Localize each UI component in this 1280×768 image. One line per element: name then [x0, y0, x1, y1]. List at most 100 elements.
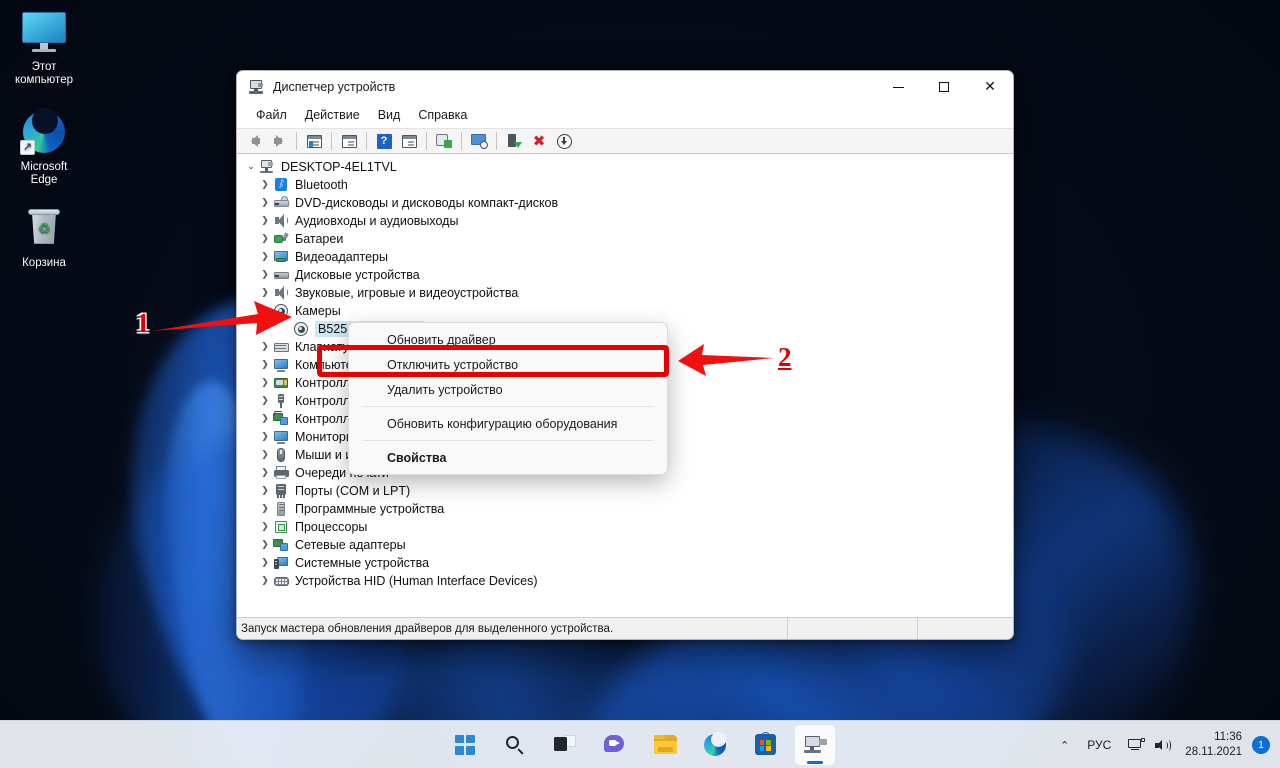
update-driver-button[interactable] [432, 130, 456, 152]
tree-row-display-adapters[interactable]: ❯ Видеоадаптеры [237, 248, 1013, 266]
tray-quick-settings[interactable] [1119, 737, 1181, 753]
menu-item-file[interactable]: Файл [247, 105, 296, 125]
system-tray[interactable]: ⌃ РУС 11:36 28.11.2021 1 [1050, 721, 1280, 768]
tree-row-ports[interactable]: ❯ Порты (COM и LPT) [237, 482, 1013, 500]
toolbar-separator [296, 132, 297, 150]
context-menu-item-update-driver[interactable]: Обновить драйвер [349, 327, 667, 352]
system-device-icon [273, 555, 289, 571]
chevron-right-icon[interactable]: ❯ [257, 504, 273, 514]
forward-icon [273, 135, 283, 147]
back-button[interactable] [242, 130, 266, 152]
menu-item-view[interactable]: Вид [369, 105, 410, 125]
chevron-right-icon[interactable]: ❯ [257, 360, 273, 370]
tree-row-disk-drives[interactable]: ❯ Дисковые устройства [237, 266, 1013, 284]
chevron-right-icon[interactable]: ❯ [257, 180, 273, 190]
notification-badge[interactable]: 1 [1252, 736, 1270, 754]
chevron-right-icon[interactable]: ❯ [257, 576, 273, 586]
language-indicator[interactable]: РУС [1079, 738, 1119, 752]
context-menu-item-uninstall-device[interactable]: Удалить устройство [349, 377, 667, 402]
desktop[interactable]: Этот компьютер ↗ Microsoft Edge ♻ Корзин… [0, 0, 1280, 768]
update-driver-icon [436, 134, 452, 148]
show-hidden-devices-button[interactable] [302, 130, 326, 152]
audio-icon [273, 213, 289, 229]
context-menu-item-disable-device[interactable]: Отключить устройство [349, 352, 667, 377]
file-explorer-button[interactable] [645, 725, 685, 765]
desktop-icon-this-pc[interactable]: Этот компьютер [0, 8, 88, 87]
chevron-right-icon[interactable]: ❯ [257, 216, 273, 226]
properties-icon [341, 134, 357, 148]
chevron-down-icon[interactable]: ⌄ [243, 162, 259, 172]
clock[interactable]: 11:36 28.11.2021 [1181, 730, 1250, 760]
chevron-right-icon[interactable]: ❯ [257, 234, 273, 244]
ide-controller-icon [273, 375, 289, 391]
chevron-right-icon[interactable]: ❯ [257, 252, 273, 262]
tree-row-dvd[interactable]: ❯ DVD-дисководы и дисководы компакт-диск… [237, 194, 1013, 212]
taskbar-apps[interactable] [445, 724, 835, 765]
close-icon: ✕ [984, 79, 996, 95]
tree-row-network-adapters[interactable]: ❯ Сетевые адаптеры [237, 536, 1013, 554]
tree-row-bluetooth[interactable]: ❯ ᛒ Bluetooth [237, 176, 1013, 194]
chevron-right-icon[interactable]: ❯ [257, 468, 273, 478]
taskbar[interactable]: ⌃ РУС 11:36 28.11.2021 1 [0, 720, 1280, 768]
chevron-right-icon[interactable]: ❯ [257, 198, 273, 208]
window-title: Диспетчер устройств [273, 80, 396, 94]
network-icon [1128, 737, 1146, 753]
forward-button[interactable] [267, 130, 291, 152]
menu-bar[interactable]: Файл Действие Вид Справка [237, 103, 1013, 128]
tree-row-root[interactable]: ⌄ DESKTOP-4EL1TVL [237, 158, 1013, 176]
chevron-right-icon[interactable]: ❯ [257, 378, 273, 388]
context-menu-item-scan-hardware[interactable]: Обновить конфигурацию оборудования [349, 411, 667, 436]
enable-device-button[interactable] [502, 130, 526, 152]
start-button[interactable] [445, 725, 485, 765]
desktop-icon-recycle-bin[interactable]: ♻ Корзина [0, 204, 88, 270]
tree-row-sound-devices[interactable]: ❯ Звуковые, игровые и видеоустройства [237, 284, 1013, 302]
properties-button[interactable] [337, 130, 361, 152]
search-button[interactable] [495, 725, 535, 765]
window-titlebar[interactable]: Диспетчер устройств ✕ [237, 71, 1013, 103]
chevron-right-icon[interactable]: ❯ [257, 342, 273, 352]
edge-button[interactable] [695, 725, 735, 765]
maximize-button[interactable] [921, 71, 967, 103]
chevron-right-icon[interactable]: ❯ [257, 486, 273, 496]
install-legacy-hardware-button[interactable] [552, 130, 576, 152]
tree-row-audio-io[interactable]: ❯ Аудиовходы и аудиовыходы [237, 212, 1013, 230]
maximize-icon [939, 82, 949, 92]
task-view-button[interactable] [545, 725, 585, 765]
chevron-right-icon[interactable]: ❯ [257, 540, 273, 550]
minimize-button[interactable] [875, 71, 921, 103]
tree-row-system-devices[interactable]: ❯ Системные устройства [237, 554, 1013, 572]
chat-button[interactable] [595, 725, 635, 765]
context-menu[interactable]: Обновить драйвер Отключить устройство Уд… [348, 322, 668, 475]
store-button[interactable] [745, 725, 785, 765]
chevron-right-icon[interactable]: ❯ [257, 432, 273, 442]
uninstall-device-button[interactable]: ✖ [527, 130, 551, 152]
annotation-number-1: 1 [136, 308, 150, 338]
close-button[interactable]: ✕ [967, 71, 1013, 103]
chevron-right-icon[interactable]: ❯ [257, 522, 273, 532]
window-controls[interactable]: ✕ [875, 71, 1013, 103]
chevron-right-icon[interactable]: ❯ [257, 558, 273, 568]
device-manager-taskbar-button[interactable] [795, 724, 835, 765]
help-button[interactable]: ? [372, 130, 396, 152]
tray-expand-button[interactable]: ⌃ [1050, 739, 1079, 752]
desktop-icon-microsoft-edge[interactable]: ↗ Microsoft Edge [0, 108, 88, 187]
chevron-right-icon[interactable]: ❯ [257, 396, 273, 406]
chevron-right-icon[interactable]: ❯ [257, 450, 273, 460]
console-button[interactable] [397, 130, 421, 152]
context-menu-item-properties[interactable]: Свойства [349, 445, 667, 470]
chevron-right-icon[interactable]: ❯ [257, 414, 273, 424]
tree-row-hid-devices[interactable]: ❯ Устройства HID (Human Interface Device… [237, 572, 1013, 590]
scan-hardware-changes-button[interactable] [467, 130, 491, 152]
tree-row-cameras[interactable]: ⌄ Камеры [237, 302, 1013, 320]
task-view-icon [554, 734, 576, 755]
toolbar[interactable]: ? ✖ [237, 128, 1013, 154]
tree-row-batteries[interactable]: ❯ Батареи [237, 230, 1013, 248]
tree-row-software-devices[interactable]: ❯ Программные устройства [237, 500, 1013, 518]
menu-item-help[interactable]: Справка [409, 105, 476, 125]
back-icon [250, 135, 260, 147]
menu-item-action[interactable]: Действие [296, 105, 369, 125]
tree-row-processors[interactable]: ❯ Процессоры [237, 518, 1013, 536]
chevron-right-icon[interactable]: ❯ [257, 270, 273, 280]
annotation-arrow-1 [152, 301, 292, 335]
processor-icon [273, 519, 289, 535]
